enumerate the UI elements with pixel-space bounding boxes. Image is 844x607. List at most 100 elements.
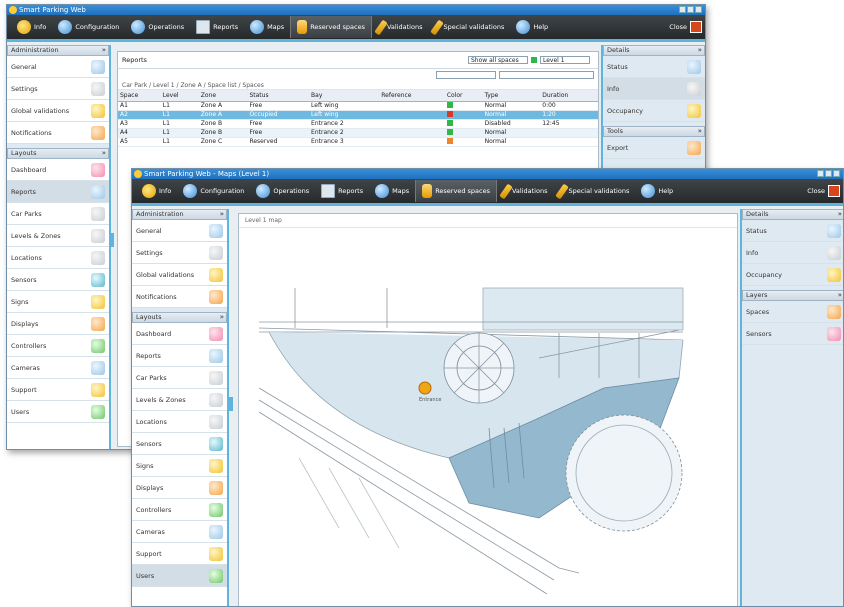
panel-header-details[interactable]: Details » <box>603 45 705 56</box>
column-header-color[interactable]: Color <box>444 90 483 102</box>
show-all-filter[interactable]: Show all spaces <box>468 56 528 64</box>
toolbar-info-button[interactable]: Info <box>11 16 52 38</box>
nav-item-general[interactable]: General <box>132 220 227 242</box>
column-header-status[interactable]: Status <box>247 90 310 102</box>
nav-item-controllers[interactable]: Controllers <box>7 335 109 357</box>
collapse-icon[interactable]: » <box>102 149 106 158</box>
nav-item-support[interactable]: Support <box>7 379 109 401</box>
nav-item-reports[interactable]: Reports <box>132 345 227 367</box>
nav-item-locations[interactable]: Locations <box>132 411 227 433</box>
column-header-duration[interactable]: Duration <box>540 90 598 102</box>
close-button[interactable]: Close <box>669 21 702 33</box>
nav-item-global-validations[interactable]: Global validations <box>7 100 109 122</box>
close-window-button[interactable] <box>833 170 840 177</box>
toolbar-operations-button[interactable]: Operations <box>125 16 190 38</box>
close-window-button[interactable] <box>695 6 702 13</box>
table-row[interactable]: A4 L1 Zone B Free Entrance 2 Normal <box>118 128 598 138</box>
minimize-button[interactable] <box>679 6 686 13</box>
toolbar-help-button[interactable]: Help <box>635 180 679 202</box>
table-row[interactable]: A5 L1 Zone C Reserved Entrance 3 Normal <box>118 137 598 147</box>
level-combo[interactable]: Level 1 <box>540 56 590 64</box>
nav-item-info[interactable]: Info <box>742 242 843 264</box>
maximize-button[interactable] <box>687 6 694 13</box>
nav-item-sensors[interactable]: Sensors <box>7 269 109 291</box>
toolbar-validations-button[interactable]: Validations <box>497 180 553 202</box>
toolbar-reports-button[interactable]: Reports <box>190 16 244 38</box>
toolbar-maps-button[interactable]: Maps <box>244 16 290 38</box>
column-header-bay[interactable]: Bay <box>309 90 380 102</box>
nav-item-signs[interactable]: Signs <box>132 455 227 477</box>
toolbar-validations-button[interactable]: Validations <box>372 16 428 38</box>
nav-item-reports[interactable]: Reports <box>7 181 109 203</box>
nav-item-occupancy[interactable]: Occupancy <box>742 264 843 286</box>
toolbar-special-validations-button[interactable]: Special validations <box>428 16 510 38</box>
zone-combo[interactable] <box>498 70 594 79</box>
maximize-button[interactable] <box>825 170 832 177</box>
nav-item-locations[interactable]: Locations <box>7 247 109 269</box>
collapse-icon[interactable]: » <box>220 210 224 219</box>
nav-item-support[interactable]: Support <box>132 543 227 565</box>
nav-item-users[interactable]: Users <box>7 401 109 423</box>
column-header-zone[interactable]: Zone <box>198 90 248 102</box>
close-button[interactable]: Close <box>807 185 840 197</box>
toolbar-reports-button[interactable]: Reports <box>315 180 369 202</box>
toolbar-info-button[interactable]: Info <box>136 180 177 202</box>
nav-item-general[interactable]: General <box>7 56 109 78</box>
table-row[interactable]: A1 L1 Zone A Free Left wing Normal 0:00 <box>118 101 598 111</box>
nav-item-sensors[interactable]: Sensors <box>742 323 843 345</box>
collapse-icon[interactable]: » <box>838 210 842 219</box>
nav-item-sensors[interactable]: Sensors <box>132 433 227 455</box>
nav-item-car-parks[interactable]: Car Parks <box>132 367 227 389</box>
filter-checkbox[interactable] <box>531 57 537 63</box>
nav-item-levels-zones[interactable]: Levels & Zones <box>132 389 227 411</box>
panel-header-details[interactable]: Details » <box>742 209 843 220</box>
minimize-button[interactable] <box>817 170 824 177</box>
column-header-reference[interactable]: Reference <box>379 90 445 102</box>
toolbar-configuration-button[interactable]: Configuration <box>177 180 250 202</box>
collapse-icon[interactable]: » <box>698 46 702 55</box>
collapse-icon[interactable]: » <box>220 313 224 322</box>
nav-item-settings[interactable]: Settings <box>132 242 227 264</box>
table-row[interactable]: A3 L1 Zone B Free Entrance 2 Disabled 12:45 <box>118 119 598 129</box>
toolbar-reserved-spaces-button[interactable]: Reserved spaces <box>415 180 497 202</box>
toolbar-maps-button[interactable]: Maps <box>369 180 415 202</box>
front-window-titlebar[interactable]: Smart Parking Web - Maps (Level 1) <box>132 169 843 179</box>
nav-item-status[interactable]: Status <box>742 220 843 242</box>
parking-floor-plan[interactable]: Entrance <box>239 228 737 606</box>
search-input[interactable] <box>436 70 496 79</box>
column-header-type[interactable]: Type <box>482 90 541 102</box>
panel-header-tools[interactable]: Tools » <box>603 126 705 137</box>
nav-item-displays[interactable]: Displays <box>132 477 227 499</box>
toolbar-special-validations-button[interactable]: Special validations <box>553 180 635 202</box>
nav-item-settings[interactable]: Settings <box>7 78 109 100</box>
nav-item-displays[interactable]: Displays <box>7 313 109 335</box>
nav-item-dashboard[interactable]: Dashboard <box>7 159 109 181</box>
nav-item-notifications[interactable]: Notifications <box>132 286 227 308</box>
nav-item-cameras[interactable]: Cameras <box>7 357 109 379</box>
panel-header-administration[interactable]: Administration » <box>7 45 109 56</box>
panel-header-layers[interactable]: Layers » <box>742 290 843 301</box>
nav-item-info[interactable]: Info <box>603 78 705 100</box>
back-window-titlebar[interactable]: Smart Parking Web <box>7 5 705 15</box>
nav-item-users[interactable]: Users <box>132 565 227 587</box>
column-header-space[interactable]: Space <box>118 90 161 102</box>
panel-header-administration[interactable]: Administration » <box>132 209 227 220</box>
toolbar-help-button[interactable]: Help <box>510 16 554 38</box>
sidebar-collapse-handle[interactable] <box>110 233 114 247</box>
panel-header-layouts[interactable]: Layouts » <box>7 148 109 159</box>
nav-item-global-validations[interactable]: Global validations <box>132 264 227 286</box>
panel-header-layouts[interactable]: Layouts » <box>132 312 227 323</box>
nav-item-status[interactable]: Status <box>603 56 705 78</box>
nav-item-occupancy[interactable]: Occupancy <box>603 100 705 122</box>
sidebar-collapse-handle[interactable] <box>229 397 233 411</box>
collapse-icon[interactable]: » <box>102 46 106 55</box>
collapse-icon[interactable]: » <box>838 291 842 300</box>
nav-item-levels-zones[interactable]: Levels & Zones <box>7 225 109 247</box>
entrance-marker-icon[interactable] <box>418 381 432 395</box>
nav-item-controllers[interactable]: Controllers <box>132 499 227 521</box>
nav-item-car-parks[interactable]: Car Parks <box>7 203 109 225</box>
toolbar-operations-button[interactable]: Operations <box>250 180 315 202</box>
collapse-icon[interactable]: » <box>698 127 702 136</box>
nav-item-notifications[interactable]: Notifications <box>7 122 109 144</box>
toolbar-configuration-button[interactable]: Configuration <box>52 16 125 38</box>
